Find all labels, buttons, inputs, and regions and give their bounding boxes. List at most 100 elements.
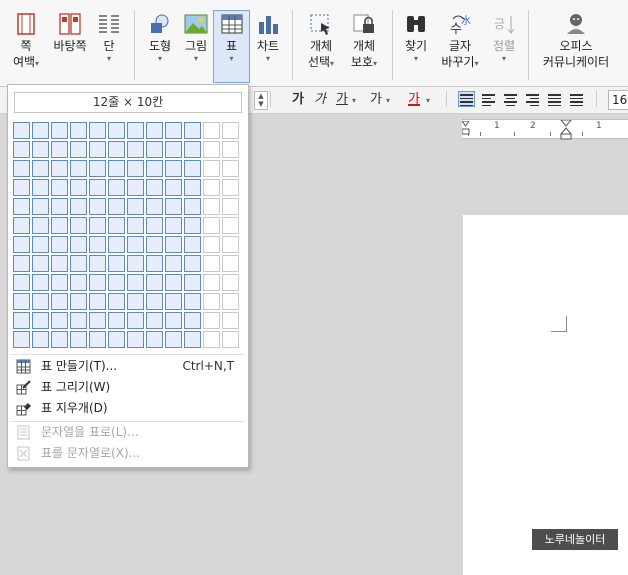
italic-button[interactable]: 가 <box>314 91 326 109</box>
table-size-cell[interactable] <box>51 236 68 253</box>
table-size-cell[interactable] <box>222 141 239 158</box>
table-size-cell[interactable] <box>108 179 125 196</box>
table-size-cell[interactable] <box>203 255 220 272</box>
table-size-cell[interactable] <box>127 293 144 310</box>
chart-button[interactable]: 차트 ▾ <box>252 12 284 64</box>
table-size-cell[interactable] <box>184 331 201 348</box>
table-size-cell[interactable] <box>165 331 182 348</box>
select-object-button[interactable]: 개체 선택▾ <box>302 12 340 70</box>
dropdown-arrow-icon[interactable]: ▾ <box>424 91 430 109</box>
document-page[interactable] <box>463 215 628 575</box>
table-size-cell[interactable] <box>146 160 163 177</box>
table-size-cell[interactable] <box>108 331 125 348</box>
table-size-cell[interactable] <box>222 255 239 272</box>
make-table-menu-item[interactable]: 표 만들기(T)... Ctrl+N,T <box>10 356 242 377</box>
table-size-cell[interactable] <box>184 198 201 215</box>
font-size-spinner[interactable]: ▲ ▼ <box>254 91 268 110</box>
table-size-cell[interactable] <box>222 312 239 329</box>
table-size-cell[interactable] <box>108 293 125 310</box>
draw-table-menu-item[interactable]: 표 그리기(W) <box>10 377 242 398</box>
table-size-cell[interactable] <box>184 255 201 272</box>
table-size-cell[interactable] <box>51 198 68 215</box>
table-size-cell[interactable] <box>146 274 163 291</box>
table-size-cell[interactable] <box>165 217 182 234</box>
table-size-cell[interactable] <box>165 179 182 196</box>
text-to-table-menu-item[interactable]: 문자열을 표로(L)... <box>10 422 242 443</box>
table-size-cell[interactable] <box>165 141 182 158</box>
left-margin-marker-icon[interactable] <box>462 121 470 135</box>
table-size-cell[interactable] <box>32 198 49 215</box>
table-size-cell[interactable] <box>127 141 144 158</box>
table-size-cell[interactable] <box>127 236 144 253</box>
table-size-cell[interactable] <box>51 179 68 196</box>
table-size-cell[interactable] <box>89 293 106 310</box>
table-size-cell[interactable] <box>70 179 87 196</box>
table-size-cell[interactable] <box>203 312 220 329</box>
table-size-cell[interactable] <box>89 179 106 196</box>
table-size-cell[interactable] <box>51 274 68 291</box>
table-size-cell[interactable] <box>222 236 239 253</box>
table-size-cell[interactable] <box>13 141 30 158</box>
table-size-cell[interactable] <box>165 274 182 291</box>
table-size-cell[interactable] <box>127 312 144 329</box>
table-size-cell[interactable] <box>146 331 163 348</box>
table-size-cell[interactable] <box>32 236 49 253</box>
table-size-grid[interactable] <box>13 122 239 348</box>
table-size-cell[interactable] <box>32 274 49 291</box>
align-button[interactable]: 긍 정렬 ▾ <box>488 12 520 64</box>
shape-button[interactable]: 도형 ▾ <box>144 12 176 64</box>
table-size-cell[interactable] <box>127 274 144 291</box>
table-size-cell[interactable] <box>146 236 163 253</box>
table-button[interactable]: 표 ▾ <box>213 10 250 83</box>
table-size-cell[interactable] <box>89 255 106 272</box>
table-size-cell[interactable] <box>70 122 87 139</box>
table-size-cell[interactable] <box>51 122 68 139</box>
table-size-cell[interactable] <box>32 293 49 310</box>
table-size-cell[interactable] <box>184 141 201 158</box>
find-button[interactable]: 찾기 ▾ <box>400 12 432 64</box>
table-size-cell[interactable] <box>51 217 68 234</box>
center-align-button[interactable] <box>503 92 518 106</box>
table-size-cell[interactable] <box>127 160 144 177</box>
bold-button[interactable]: 가 <box>292 91 304 109</box>
table-size-cell[interactable] <box>32 312 49 329</box>
table-size-cell[interactable] <box>13 331 30 348</box>
table-size-cell[interactable] <box>70 236 87 253</box>
table-size-cell[interactable] <box>165 255 182 272</box>
table-size-cell[interactable] <box>89 312 106 329</box>
background-page-button[interactable]: 바탕쪽 <box>50 12 90 54</box>
table-size-cell[interactable] <box>222 331 239 348</box>
table-size-cell[interactable] <box>184 274 201 291</box>
table-size-cell[interactable] <box>184 293 201 310</box>
table-size-cell[interactable] <box>165 236 182 253</box>
table-size-cell[interactable] <box>222 179 239 196</box>
table-size-cell[interactable] <box>108 198 125 215</box>
table-size-cell[interactable] <box>13 255 30 272</box>
table-size-cell[interactable] <box>32 122 49 139</box>
table-size-cell[interactable] <box>51 255 68 272</box>
justify-align-button[interactable] <box>458 91 475 107</box>
table-size-cell[interactable] <box>108 312 125 329</box>
table-size-cell[interactable] <box>203 217 220 234</box>
table-size-cell[interactable] <box>108 236 125 253</box>
table-size-cell[interactable] <box>203 179 220 196</box>
table-size-cell[interactable] <box>222 160 239 177</box>
table-size-cell[interactable] <box>70 198 87 215</box>
table-size-cell[interactable] <box>222 274 239 291</box>
table-size-cell[interactable] <box>165 293 182 310</box>
table-size-cell[interactable] <box>13 236 30 253</box>
page-margin-button[interactable]: 쪽 여백▾ <box>8 12 44 70</box>
table-size-cell[interactable] <box>32 217 49 234</box>
table-size-cell[interactable] <box>203 122 220 139</box>
table-size-cell[interactable] <box>51 331 68 348</box>
table-size-cell[interactable] <box>51 141 68 158</box>
table-size-cell[interactable] <box>203 331 220 348</box>
table-size-cell[interactable] <box>51 312 68 329</box>
table-size-cell[interactable] <box>70 217 87 234</box>
table-size-cell[interactable] <box>203 274 220 291</box>
table-size-cell[interactable] <box>146 217 163 234</box>
distribute-align-button[interactable] <box>547 92 562 106</box>
table-size-cell[interactable] <box>13 122 30 139</box>
table-size-cell[interactable] <box>32 160 49 177</box>
picture-button[interactable]: 그림 ▾ <box>180 12 212 64</box>
